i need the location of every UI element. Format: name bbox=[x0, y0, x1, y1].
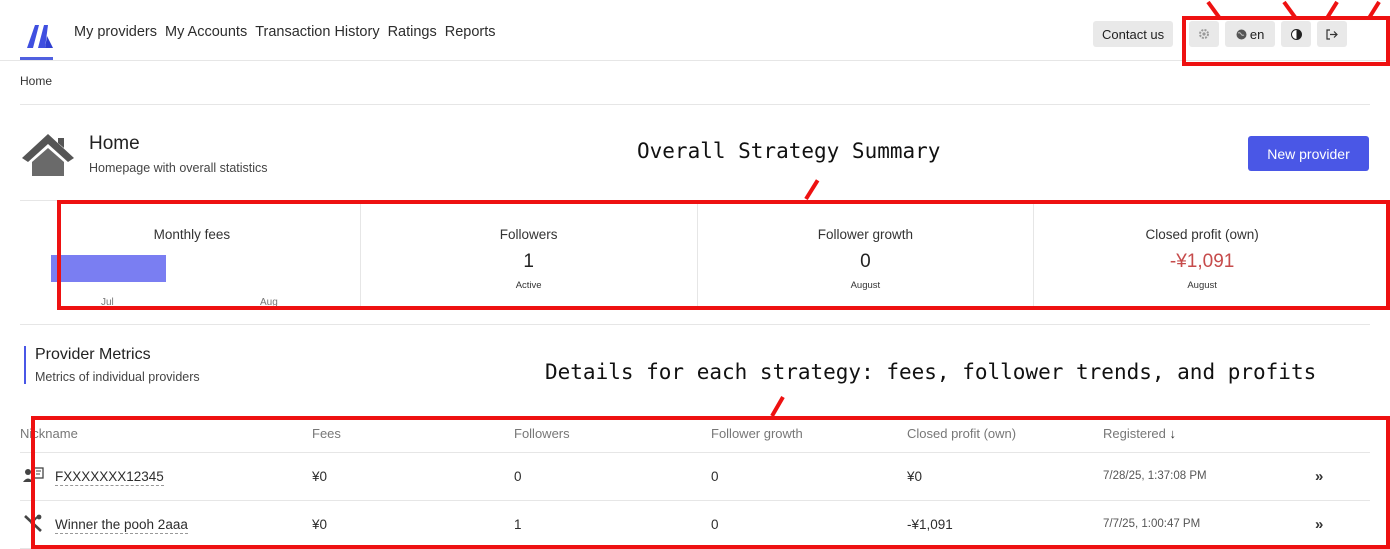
annotation-details: Details for each strategy: fees, followe… bbox=[545, 360, 1317, 384]
section-subtitle: Metrics of individual providers bbox=[35, 370, 200, 384]
pointer-line bbox=[804, 179, 820, 201]
divider bbox=[20, 104, 1370, 105]
page-title: Home bbox=[89, 133, 140, 154]
highlight-box-summary bbox=[57, 200, 1390, 310]
nav-ratings[interactable]: Ratings bbox=[388, 24, 437, 40]
active-nav-indicator bbox=[20, 57, 53, 60]
nav-my-accounts[interactable]: My Accounts bbox=[165, 24, 247, 40]
nav-reports[interactable]: Reports bbox=[445, 24, 496, 40]
highlight-box-details bbox=[31, 416, 1390, 549]
highlight-box-tools bbox=[1182, 16, 1390, 66]
home-icon bbox=[22, 132, 74, 176]
divider bbox=[20, 324, 1370, 325]
brand-logo-icon[interactable] bbox=[27, 22, 53, 48]
page-subtitle: Homepage with overall statistics bbox=[89, 161, 268, 175]
provider-metrics-header: Provider Metrics Metrics of individual p… bbox=[24, 346, 200, 384]
main-nav: My providers My Accounts Transaction His… bbox=[74, 24, 496, 40]
nav-transaction-history[interactable]: Transaction History bbox=[255, 24, 379, 40]
annotation-summary: Overall Strategy Summary bbox=[637, 139, 941, 163]
pointer-line bbox=[770, 395, 785, 417]
nav-my-providers[interactable]: My providers bbox=[74, 24, 157, 40]
new-provider-button[interactable]: New provider bbox=[1248, 136, 1369, 171]
contact-us-button[interactable]: Contact us bbox=[1093, 21, 1174, 47]
breadcrumb[interactable]: Home bbox=[20, 74, 52, 88]
section-title: Provider Metrics bbox=[35, 346, 151, 363]
